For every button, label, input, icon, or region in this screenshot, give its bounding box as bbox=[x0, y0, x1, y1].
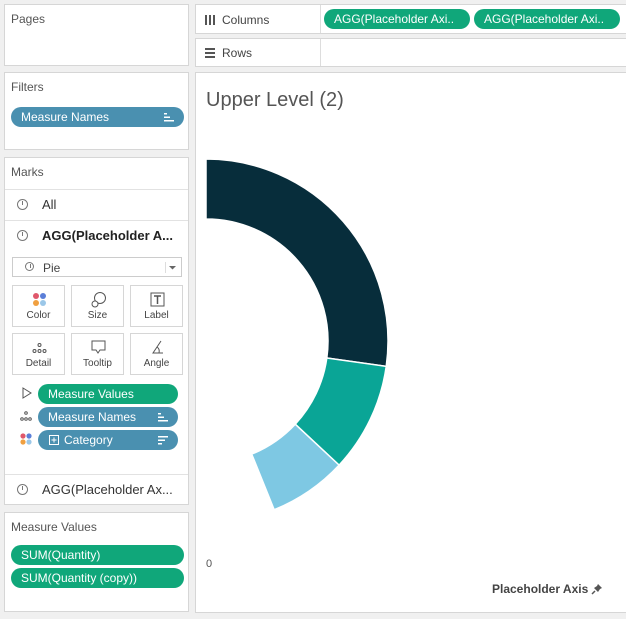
pages-title: Pages bbox=[11, 12, 46, 26]
field-pill-label: Measure Values bbox=[48, 387, 134, 401]
clock-icon bbox=[17, 484, 28, 495]
color-field-icon bbox=[20, 433, 32, 445]
rows-shelf[interactable]: Rows bbox=[195, 38, 626, 67]
size-label: Size bbox=[87, 310, 108, 321]
columns-label: Columns bbox=[222, 13, 270, 27]
axis-zero-label: 0 bbox=[206, 558, 213, 570]
columns-shelf[interactable]: Columns AGG(Placeholder Axi.. AGG(Placeh… bbox=[195, 4, 626, 34]
tooltip-button[interactable]: Tooltip bbox=[71, 333, 124, 375]
shelf-divider bbox=[320, 5, 321, 33]
label-label: Label bbox=[144, 310, 169, 321]
view-area: Upper Level (2) 0 Placeholder Axis bbox=[195, 72, 626, 613]
color-button[interactable]: Color bbox=[12, 285, 65, 327]
angle-button[interactable]: Angle bbox=[130, 333, 183, 375]
color-dots-icon bbox=[33, 293, 46, 306]
pin-icon[interactable] bbox=[591, 583, 603, 595]
sort-icon bbox=[158, 413, 168, 422]
size-button[interactable]: Size bbox=[71, 285, 124, 327]
rows-label: Rows bbox=[222, 46, 253, 60]
marks-card: Marks All AGG(Placeholder A... Pie Color… bbox=[4, 157, 189, 505]
color-label: Color bbox=[26, 310, 51, 321]
detail-field-icon bbox=[20, 411, 32, 421]
columns-pill-label: AGG(Placeholder Axi.. bbox=[484, 12, 605, 26]
shelf-divider bbox=[320, 39, 321, 66]
rows-icon bbox=[205, 48, 215, 58]
filters-title: Filters bbox=[11, 80, 44, 94]
pie-slice-1[interactable] bbox=[205, 158, 389, 368]
columns-pill-2[interactable]: AGG(Placeholder Axi.. bbox=[474, 9, 620, 29]
detail-label: Detail bbox=[25, 358, 52, 369]
measure-pill-quantity[interactable]: SUM(Quantity) bbox=[11, 545, 184, 565]
measure-pill-quantity-copy[interactable]: SUM(Quantity (copy)) bbox=[11, 568, 184, 588]
measure-pill-label: SUM(Quantity (copy)) bbox=[21, 571, 138, 585]
marks-layer1-row[interactable]: AGG(Placeholder A... bbox=[5, 220, 188, 250]
text-label-icon bbox=[150, 292, 165, 307]
filters-card: Filters Measure Names bbox=[4, 72, 189, 150]
mark-type-label: Pie bbox=[43, 261, 61, 275]
label-button[interactable]: Label bbox=[130, 285, 183, 327]
field-pill-label: Measure Names bbox=[48, 410, 137, 424]
pages-card: Pages bbox=[4, 4, 189, 66]
axis-title: Placeholder Axis bbox=[492, 582, 589, 596]
view-title: Upper Level (2) bbox=[206, 89, 344, 111]
sort-icon bbox=[164, 113, 174, 122]
angle-label: Angle bbox=[143, 358, 170, 369]
field-pill-measure-names[interactable]: Measure Names bbox=[38, 407, 178, 427]
marks-layer1-label: AGG(Placeholder A... bbox=[42, 228, 173, 243]
marks-layer2-row[interactable]: AGG(Placeholder Ax... bbox=[5, 474, 188, 504]
columns-pill-1[interactable]: AGG(Placeholder Axi.. bbox=[324, 9, 470, 29]
marks-layer2-label: AGG(Placeholder Ax... bbox=[42, 482, 173, 497]
filter-pill-label: Measure Names bbox=[21, 110, 110, 124]
filter-pill-measure-names[interactable]: Measure Names bbox=[11, 107, 184, 127]
chevron-down-icon bbox=[165, 262, 178, 273]
detail-icon bbox=[32, 343, 47, 353]
tooltip-icon bbox=[91, 340, 106, 354]
clock-icon bbox=[17, 230, 28, 241]
marks-all-row[interactable]: All bbox=[5, 189, 188, 219]
clock-icon bbox=[17, 199, 28, 210]
measure-values-card: Measure Values SUM(Quantity) SUM(Quantit… bbox=[4, 512, 189, 612]
columns-pill-label: AGG(Placeholder Axi.. bbox=[334, 12, 455, 26]
marks-title: Marks bbox=[11, 165, 44, 179]
angle-field-icon bbox=[22, 387, 32, 399]
marks-all-label: All bbox=[42, 197, 57, 212]
sort-descending-icon bbox=[158, 436, 168, 445]
size-icon bbox=[91, 292, 106, 308]
field-pill-category[interactable]: Category bbox=[38, 430, 178, 450]
angle-icon bbox=[152, 340, 163, 354]
field-pill-measure-values[interactable]: Measure Values bbox=[38, 384, 178, 404]
columns-icon bbox=[205, 15, 215, 25]
field-pill-label: Category bbox=[64, 433, 113, 447]
measure-values-title: Measure Values bbox=[11, 520, 97, 534]
expand-plus-icon bbox=[49, 435, 59, 445]
detail-button[interactable]: Detail bbox=[12, 333, 65, 375]
mark-type-dropdown[interactable]: Pie bbox=[12, 257, 182, 277]
measure-pill-label: SUM(Quantity) bbox=[21, 548, 101, 562]
donut-chart bbox=[205, 158, 389, 511]
tooltip-label: Tooltip bbox=[83, 358, 112, 369]
pie-mark-icon bbox=[25, 262, 34, 271]
